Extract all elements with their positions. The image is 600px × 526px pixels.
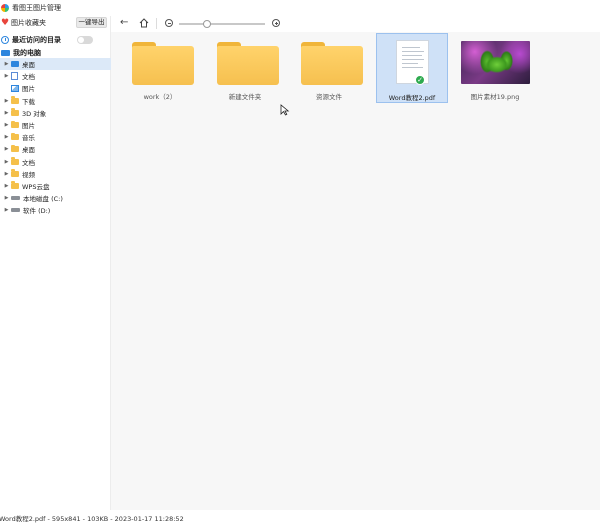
- drive-icon: [11, 196, 20, 201]
- folder-icon: [11, 169, 19, 177]
- chevron-right-icon[interactable]: ▶: [4, 183, 9, 189]
- folder-icon: [11, 181, 19, 189]
- chevron-right-icon[interactable]: ▶: [4, 159, 9, 165]
- sidebar-item-label: 桌面: [22, 61, 35, 70]
- sidebar-item-label: 软件 (D:): [23, 207, 51, 216]
- recent-dirs-label: 最近访问的目录: [12, 36, 61, 44]
- sidebar-item-label: 图片: [22, 85, 35, 94]
- sidebar-item-pictures-folder[interactable]: ▶ 图片: [0, 119, 111, 131]
- drive-icon: [11, 208, 20, 213]
- folder-icon: [11, 157, 19, 165]
- chevron-right-icon[interactable]: ▶: [4, 195, 9, 201]
- file-grid: work（2） 新建文件夹 资源文件 ✓ Word教程2.pdf 图片素材19.…: [111, 32, 600, 510]
- folder-tree: ▶ 桌面 ▶ 文档 ▶ 图片 ▶ 下载 ▶ 3D 对象 ▶ 图片: [0, 58, 111, 216]
- favorites-label: 图片收藏夹: [11, 19, 46, 27]
- folder-icon: [11, 96, 19, 104]
- heart-icon: ♥: [0, 17, 10, 28]
- chevron-right-icon[interactable]: ▶: [4, 110, 9, 116]
- chevron-right-icon[interactable]: ▶: [4, 98, 9, 104]
- sidebar-item-documents-folder[interactable]: ▶ 文档: [0, 156, 111, 168]
- file-tile-folder-work[interactable]: work（2）: [124, 33, 196, 103]
- sidebar-item-pictures[interactable]: ▶ 图片: [0, 82, 111, 94]
- sidebar-item-label: 本地磁盘 (C:): [23, 195, 63, 204]
- chevron-right-icon[interactable]: ▶: [4, 134, 9, 140]
- file-tile-folder-resources[interactable]: 资源文件: [293, 33, 365, 103]
- sidebar-item-label: 下载: [22, 97, 35, 106]
- file-tile-pdf[interactable]: ✓ Word教程2.pdf: [376, 33, 448, 103]
- file-tile-folder-new[interactable]: 新建文件夹: [209, 33, 281, 103]
- file-name: 新建文件夹: [228, 93, 262, 101]
- folder-icon: [301, 42, 363, 85]
- back-arrow-icon[interactable]: ←: [120, 17, 128, 29]
- toolbar-divider: [156, 18, 157, 29]
- zoom-slider[interactable]: [179, 19, 265, 28]
- home-up-icon[interactable]: [139, 18, 149, 28]
- recent-dirs-toggle[interactable]: [77, 36, 93, 44]
- sidebar-item-label: 图片: [22, 122, 35, 131]
- folder-icon: [11, 132, 19, 141]
- sidebar-item-drive-c[interactable]: ▶ 本地磁盘 (C:): [0, 192, 111, 204]
- status-text: Word教程2.pdf - 595x841 - 103KB - 2023-01-…: [0, 515, 184, 523]
- folder-icon: [11, 108, 19, 116]
- sidebar-item-3d-objects[interactable]: ▶ 3D 对象: [0, 107, 111, 119]
- chevron-right-icon[interactable]: ▶: [4, 61, 9, 67]
- my-computer-label: 我的电脑: [13, 48, 41, 57]
- chevron-right-icon[interactable]: ▶: [4, 207, 9, 213]
- folder-icon: [11, 120, 19, 129]
- sidebar-item-wps-cloud[interactable]: ▶ WPS云盘: [0, 180, 111, 192]
- image-thumbnail: [461, 41, 530, 84]
- folder-icon: [132, 42, 194, 85]
- sidebar-item-label: 音乐: [22, 134, 35, 143]
- sidebar-item-music[interactable]: ▶ 音乐: [0, 131, 111, 143]
- sidebar-item-label: 视频: [22, 170, 35, 179]
- document-icon: [11, 72, 18, 81]
- desktop-icon: [11, 61, 19, 68]
- folder-icon: [11, 144, 19, 153]
- chevron-right-icon[interactable]: ▶: [4, 122, 9, 128]
- export-button[interactable]: 一键导出: [76, 17, 107, 28]
- chevron-right-icon[interactable]: ▶: [4, 146, 9, 152]
- chevron-right-icon[interactable]: ▶: [4, 171, 9, 177]
- folder-icon: [217, 42, 279, 85]
- zoom-in-icon[interactable]: [272, 19, 280, 27]
- sidebar-item-drive-d[interactable]: ▶ 软件 (D:): [0, 204, 111, 216]
- sidebar-item-documents[interactable]: ▶ 文档: [0, 70, 111, 82]
- toolbar: ←: [111, 16, 600, 32]
- title-bar: 看图王图片管理: [0, 0, 600, 16]
- file-name: 资源文件: [316, 93, 342, 101]
- app-logo-icon: [1, 4, 9, 12]
- file-tile-image[interactable]: 图片素材19.png: [459, 33, 531, 103]
- app-title: 看图王图片管理: [12, 4, 61, 12]
- toggle-knob: [78, 37, 84, 43]
- monitor-icon: [1, 49, 10, 56]
- zoom-out-icon[interactable]: [165, 19, 173, 27]
- status-bar: Word教程2.pdf - 595x841 - 103KB - 2023-01-…: [0, 510, 600, 526]
- sidebar-item-downloads[interactable]: ▶ 下载: [0, 95, 111, 107]
- check-icon: ✓: [415, 75, 425, 85]
- file-name: 图片素材19.png: [470, 93, 520, 101]
- file-name: work（2）: [143, 93, 177, 101]
- sidebar-item-label: 桌面: [22, 146, 35, 155]
- zoom-slider-handle[interactable]: [203, 19, 212, 28]
- chevron-right-icon[interactable]: ▶: [4, 73, 9, 79]
- sidebar-item-videos[interactable]: ▶ 视频: [0, 168, 111, 180]
- sidebar-item-label: WPS云盘: [22, 182, 50, 191]
- clock-icon: [1, 36, 9, 44]
- picture-icon: [11, 84, 19, 92]
- sidebar-item-label: 文档: [22, 158, 35, 167]
- favorites-row[interactable]: ♥ 图片收藏夹 一键导出: [0, 16, 111, 30]
- sidebar-item-label: 3D 对象: [22, 109, 47, 118]
- sidebar-item-desktop[interactable]: ▶ 桌面: [0, 58, 111, 71]
- sidebar-item-label: 文档: [22, 73, 35, 82]
- file-name: Word教程2.pdf: [388, 94, 436, 102]
- recent-dirs-row[interactable]: 最近访问的目录: [0, 33, 111, 47]
- sidebar-item-desktop-folder[interactable]: ▶ 桌面: [0, 143, 111, 155]
- sidebar: ♥ 图片收藏夹 一键导出 最近访问的目录 我的电脑 ▶ 桌面 ▶ 文档 ▶ 图片: [0, 16, 111, 510]
- mouse-cursor-icon: [280, 104, 290, 116]
